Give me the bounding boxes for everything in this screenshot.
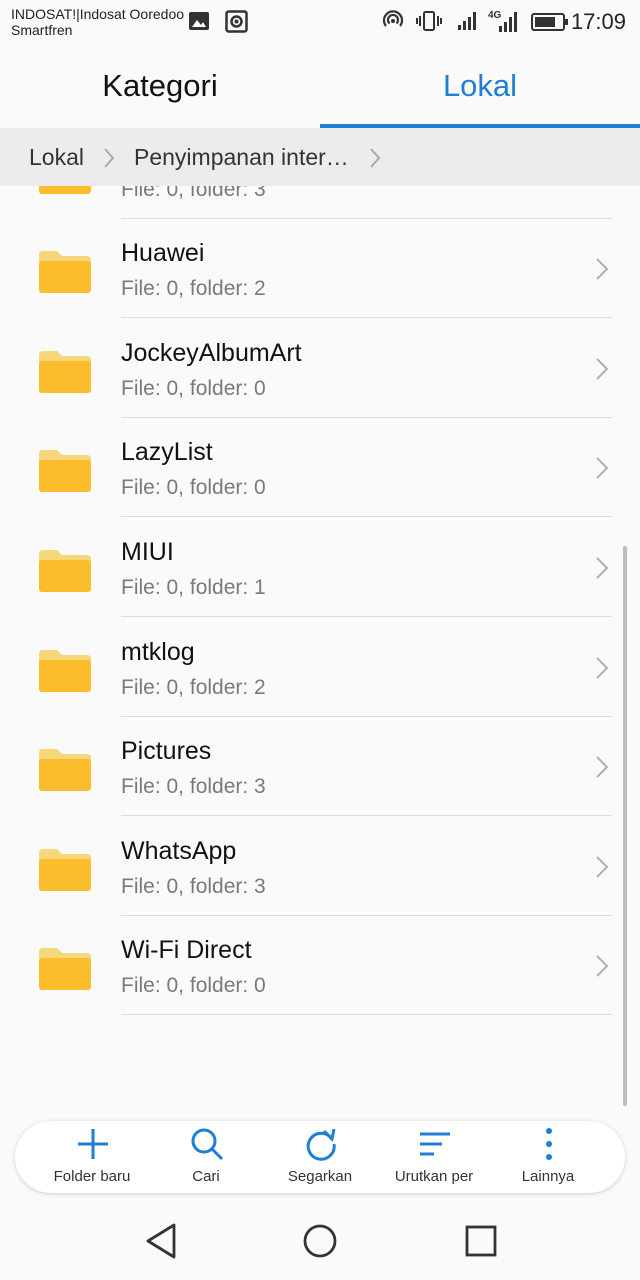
- scrollbar[interactable]: [623, 546, 627, 1106]
- screen-record-icon: [225, 10, 248, 38]
- breadcrumb: Lokal Penyimpanan inter…: [0, 128, 640, 186]
- chevron-right-icon: [102, 147, 116, 174]
- folder-icon: [37, 446, 93, 499]
- search-icon: [191, 1128, 224, 1161]
- folder-icon: [37, 247, 93, 300]
- chevron-right-icon: [595, 257, 609, 286]
- refresh-button[interactable]: Segarkan: [259, 1121, 381, 1193]
- navigation-bar: [0, 1200, 640, 1280]
- list-item[interactable]: Huawei File: 0, folder: 2: [0, 219, 640, 318]
- battery-icon: [531, 12, 569, 37]
- signal-4g-icon: 4G: [487, 8, 521, 39]
- vibrate-icon: [416, 10, 442, 37]
- list-item[interactable]: Wi-Fi Direct File: 0, folder: 0: [0, 916, 640, 1015]
- folder-icon: [37, 347, 93, 400]
- list-item-title: JockeyAlbumArt: [121, 339, 302, 367]
- sort-label: Urutkan per: [394, 1168, 474, 1185]
- bottom-toolbar: Folder baru Cari Segarkan Urutkan per La…: [15, 1121, 625, 1193]
- new-folder-button[interactable]: Folder baru: [31, 1121, 153, 1193]
- list-item-subtitle: File: 0, folder: 3: [121, 186, 266, 201]
- sort-icon: [420, 1132, 450, 1156]
- folder-icon: [37, 845, 93, 898]
- list-item-subtitle: File: 0, folder: 0: [121, 974, 266, 997]
- list-item[interactable]: MIUI File: 0, folder: 1: [0, 518, 640, 617]
- svg-text:4G: 4G: [488, 10, 502, 21]
- list-item-subtitle: File: 0, folder: 3: [121, 775, 266, 798]
- list-item-subtitle: File: 0, folder: 0: [121, 377, 266, 400]
- chevron-right-icon: [368, 147, 382, 174]
- hotspot-icon: [382, 10, 404, 37]
- list-item[interactable]: mtklog File: 0, folder: 2: [0, 618, 640, 717]
- recents-icon[interactable]: [464, 1222, 498, 1265]
- list-item-subtitle: File: 0, folder: 1: [121, 576, 266, 599]
- tab-kategori[interactable]: Kategori: [0, 44, 320, 128]
- breadcrumb-root[interactable]: Lokal: [29, 128, 84, 186]
- list-item-title: mtklog: [121, 638, 195, 666]
- back-icon[interactable]: [144, 1222, 178, 1265]
- divider: [121, 815, 612, 816]
- list-item[interactable]: WhatsApp File: 0, folder: 3: [0, 817, 640, 916]
- refresh-label: Segarkan: [287, 1168, 353, 1185]
- chevron-right-icon: [595, 456, 609, 485]
- chevron-right-icon: [595, 556, 609, 585]
- status-bar: INDOSAT!|Indosat Ooredoo Smartfren 4G 17…: [0, 0, 640, 44]
- list-item[interactable]: JockeyAlbumArt File: 0, folder: 0: [0, 319, 640, 418]
- list-item-subtitle: File: 0, folder: 0: [121, 476, 266, 499]
- list-item[interactable]: Pictures File: 0, folder: 3: [0, 717, 640, 816]
- search-label: Cari: [192, 1168, 220, 1185]
- divider: [121, 1014, 612, 1015]
- more-label: Lainnya: [521, 1168, 575, 1185]
- folder-icon: [37, 745, 93, 798]
- chevron-right-icon: [595, 855, 609, 884]
- list-item-title: Wi-Fi Direct: [121, 936, 252, 964]
- list-item-partial[interactable]: File: 0, folder: 3: [0, 186, 640, 219]
- folder-icon: [37, 944, 93, 997]
- sort-button[interactable]: Urutkan per: [373, 1121, 495, 1193]
- chevron-right-icon: [595, 954, 609, 983]
- list-item[interactable]: LazyList File: 0, folder: 0: [0, 418, 640, 517]
- folder-icon: [37, 186, 93, 201]
- plus-icon: [78, 1129, 108, 1159]
- breadcrumb-current[interactable]: Penyimpanan inter…: [134, 128, 349, 186]
- list-item-title: Huawei: [121, 239, 205, 267]
- chevron-right-icon: [595, 357, 609, 386]
- tab-bar: Kategori Lokal: [0, 44, 640, 128]
- folder-icon: [37, 646, 93, 699]
- carrier-label: INDOSAT!|Indosat Ooredoo Smartfren: [11, 6, 185, 38]
- more-vertical-icon: [546, 1128, 552, 1160]
- home-icon[interactable]: [302, 1222, 338, 1265]
- list-item-title: MIUI: [121, 538, 174, 566]
- list-item-title: LazyList: [121, 438, 213, 466]
- chevron-right-icon: [595, 755, 609, 784]
- list-item-subtitle: File: 0, folder: 3: [121, 875, 266, 898]
- new-folder-label: Folder baru: [53, 1168, 131, 1185]
- signal-icon: [456, 10, 480, 37]
- list-item-subtitle: File: 0, folder: 2: [121, 676, 266, 699]
- chevron-right-icon: [595, 656, 609, 685]
- folder-list: File: 0, folder: 3 Huawei File: 0, folde…: [0, 186, 640, 1116]
- refresh-icon: [306, 1128, 336, 1161]
- list-item-title: WhatsApp: [121, 837, 237, 865]
- divider: [121, 516, 612, 517]
- more-button[interactable]: Lainnya: [487, 1121, 609, 1193]
- list-item-subtitle: File: 0, folder: 2: [121, 277, 266, 300]
- divider: [121, 317, 612, 318]
- tab-lokal[interactable]: Lokal: [320, 44, 640, 128]
- divider: [121, 616, 612, 617]
- list-item-title: Pictures: [121, 737, 212, 765]
- search-button[interactable]: Cari: [145, 1121, 267, 1193]
- clock: 17:09: [570, 9, 626, 34]
- folder-icon: [37, 546, 93, 599]
- image-icon: [188, 10, 210, 37]
